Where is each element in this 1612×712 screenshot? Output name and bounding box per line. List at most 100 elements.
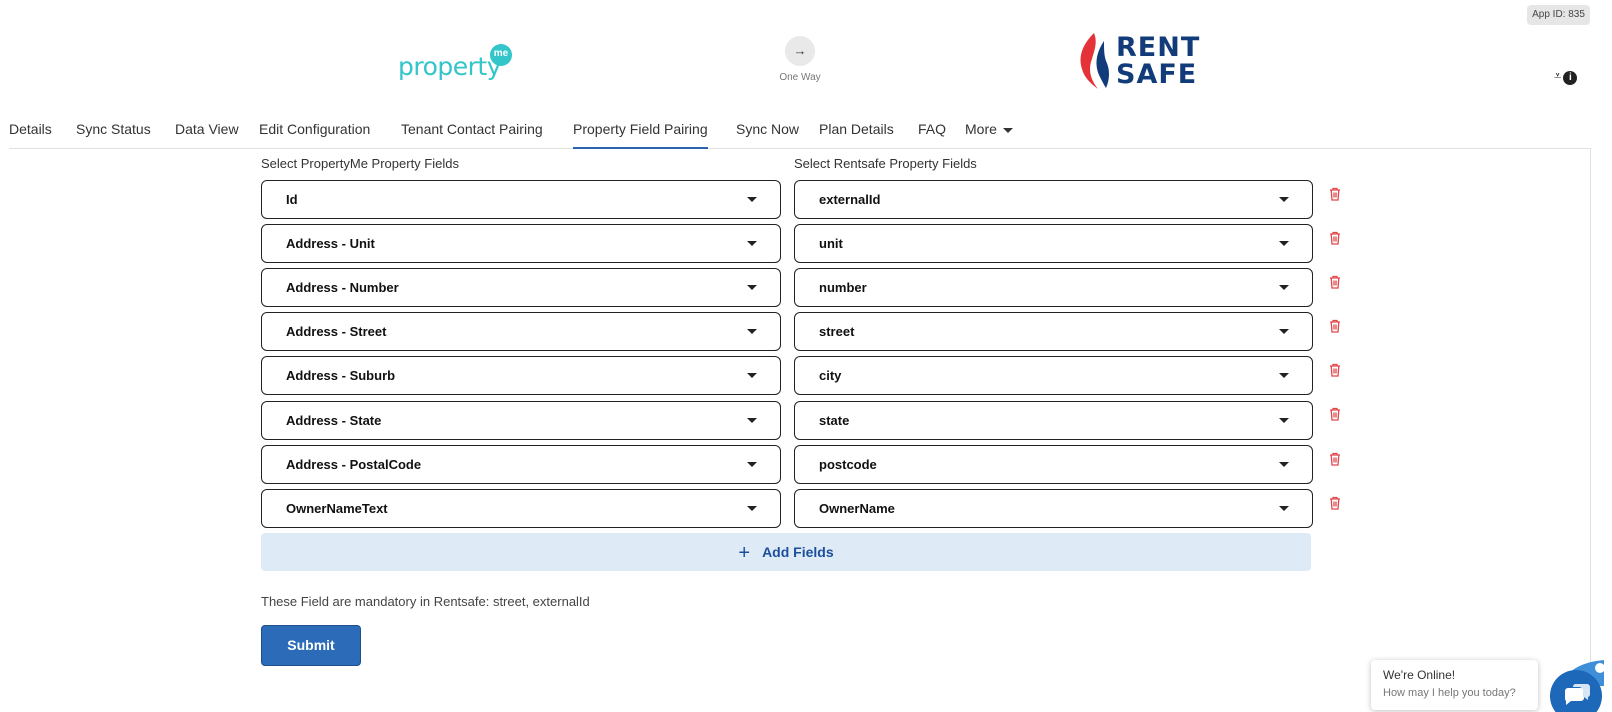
- dropdown-arrow-icon: [747, 506, 757, 511]
- delete-row-icon[interactable]: [1329, 231, 1341, 245]
- propertyme-fields-label: Select PropertyMe Property Fields: [261, 156, 459, 171]
- rentsafe-logo-line2: SAFE: [1116, 59, 1198, 90]
- tab-details[interactable]: Details: [9, 121, 52, 149]
- select-value: Address - State: [286, 413, 382, 428]
- select-value: unit: [819, 236, 843, 251]
- dropdown-arrow-icon: [1279, 418, 1289, 423]
- tab-label: Sync Now: [736, 121, 800, 137]
- propertyme-field-select[interactable]: Id: [261, 180, 781, 219]
- rentsafe-logo-line1: RENT: [1116, 32, 1201, 63]
- delete-row-icon[interactable]: [1329, 363, 1341, 377]
- caret-down-icon: [1002, 127, 1013, 133]
- tab-property-field-pairing[interactable]: Property Field Pairing: [573, 121, 708, 149]
- tab-label: Sync Status: [76, 121, 151, 137]
- rentsafe-field-select[interactable]: OwnerName: [794, 489, 1313, 528]
- select-value: Address - Number: [286, 280, 399, 295]
- dropdown-arrow-icon: [747, 373, 757, 378]
- propertyme-field-select[interactable]: Address - Unit: [261, 224, 781, 263]
- rentsafe-field-select[interactable]: externalId: [794, 180, 1313, 219]
- propertyme-field-select[interactable]: Address - Street: [261, 312, 781, 351]
- delete-row-icon[interactable]: [1329, 275, 1341, 289]
- select-value: externalId: [819, 192, 881, 207]
- tab-label: Property Field Pairing: [573, 121, 708, 137]
- tab-data-view[interactable]: Data View: [175, 121, 239, 149]
- dropdown-arrow-icon: [747, 285, 757, 290]
- tab-label: FAQ: [918, 121, 947, 137]
- tab-label: Edit Configuration: [259, 121, 371, 137]
- app-id-badge: App ID: 835: [1527, 5, 1590, 25]
- info-icon[interactable]: i: [1563, 71, 1578, 85]
- dropdown-arrow-icon: [747, 418, 757, 423]
- dropdown-arrow-icon: [747, 197, 757, 202]
- propertyme-field-select[interactable]: OwnerNameText: [261, 489, 781, 528]
- tab-sync-now[interactable]: Sync Now: [736, 121, 799, 149]
- select-value: number: [819, 280, 867, 295]
- select-value: city: [819, 368, 842, 383]
- rentsafe-field-select[interactable]: number: [794, 268, 1313, 307]
- dropdown-arrow-icon: [1279, 329, 1289, 334]
- chat-title: We're Online!: [1383, 668, 1456, 682]
- sync-direction-label: One Way: [779, 72, 821, 83]
- tab-plan-details[interactable]: Plan Details: [819, 121, 894, 149]
- propertyme-logo-text: property: [398, 52, 502, 81]
- collapse-icon[interactable]: ⩡: [1554, 68, 1561, 83]
- delete-row-icon[interactable]: [1329, 187, 1341, 201]
- rentsafe-field-select[interactable]: city: [794, 356, 1313, 395]
- arrow-right-icon: →: [785, 36, 815, 66]
- rentsafe-field-select[interactable]: state: [794, 401, 1313, 440]
- select-value: Address - Suburb: [286, 368, 396, 383]
- select-value: Address - Unit: [286, 236, 375, 251]
- propertyme-field-select[interactable]: Address - Suburb: [261, 356, 781, 395]
- tab-label: Details: [9, 121, 52, 137]
- tab-tenant-contact-pairing[interactable]: Tenant Contact Pairing: [401, 121, 543, 149]
- chat-launcher-icon[interactable]: [1548, 660, 1604, 712]
- dropdown-arrow-icon: [1279, 373, 1289, 378]
- propertyme-logo-badge: me: [490, 44, 512, 66]
- select-value: Address - PostalCode: [286, 457, 422, 472]
- dropdown-arrow-icon: [747, 329, 757, 334]
- tab-label: Tenant Contact Pairing: [401, 121, 543, 137]
- propertyme-field-select[interactable]: Address - PostalCode: [261, 445, 781, 484]
- tab-faq[interactable]: FAQ: [918, 121, 946, 149]
- tab-bar: Details Sync Status Data View Edit Confi…: [9, 113, 1591, 149]
- delete-row-icon[interactable]: [1329, 496, 1341, 510]
- propertyme-field-select[interactable]: Address - State: [261, 401, 781, 440]
- tab-label: Plan Details: [819, 121, 894, 137]
- rentsafe-field-select[interactable]: street: [794, 312, 1313, 351]
- select-value: postcode: [819, 457, 877, 472]
- propertyme-logo: property me: [398, 44, 518, 84]
- add-fields-button[interactable]: + Add Fields: [261, 533, 1311, 571]
- select-value: state: [819, 413, 850, 428]
- tab-more[interactable]: More: [965, 121, 1013, 149]
- dropdown-arrow-icon: [1279, 241, 1289, 246]
- dropdown-arrow-icon: [747, 241, 757, 246]
- select-value: OwnerName: [819, 501, 895, 516]
- select-value: Address - Street: [286, 324, 387, 339]
- dropdown-arrow-icon: [1279, 197, 1289, 202]
- rentsafe-flame-icon: [1080, 33, 1109, 89]
- sync-direction: → One Way: [774, 36, 826, 83]
- tab-label: More: [965, 121, 997, 137]
- rentsafe-logo: RENT SAFE: [1074, 30, 1204, 94]
- integration-header: property me → One Way RENT SAFE ⩡ i: [0, 30, 1612, 100]
- tab-sync-status[interactable]: Sync Status: [76, 121, 151, 149]
- dropdown-arrow-icon: [1279, 285, 1289, 290]
- dropdown-arrow-icon: [747, 462, 757, 467]
- mandatory-fields-note: These Field are mandatory in Rentsafe: s…: [261, 594, 590, 609]
- propertyme-field-select[interactable]: Address - Number: [261, 268, 781, 307]
- delete-row-icon[interactable]: [1329, 407, 1341, 421]
- delete-row-icon[interactable]: [1329, 452, 1341, 466]
- delete-row-icon[interactable]: [1329, 319, 1341, 333]
- content-border: [1590, 149, 1591, 712]
- rentsafe-fields-label: Select Rentsafe Property Fields: [794, 156, 977, 171]
- select-value: street: [819, 324, 855, 339]
- rentsafe-field-select[interactable]: unit: [794, 224, 1313, 263]
- chat-greeting[interactable]: We're Online! How may I help you today?: [1371, 660, 1538, 710]
- select-value: OwnerNameText: [286, 501, 388, 516]
- rentsafe-field-select[interactable]: postcode: [794, 445, 1313, 484]
- header-actions: ⩡ i: [1554, 68, 1578, 85]
- select-value: Id: [286, 192, 298, 207]
- tab-edit-configuration[interactable]: Edit Configuration: [259, 121, 370, 149]
- dropdown-arrow-icon: [1279, 462, 1289, 467]
- submit-button[interactable]: Submit: [261, 625, 361, 666]
